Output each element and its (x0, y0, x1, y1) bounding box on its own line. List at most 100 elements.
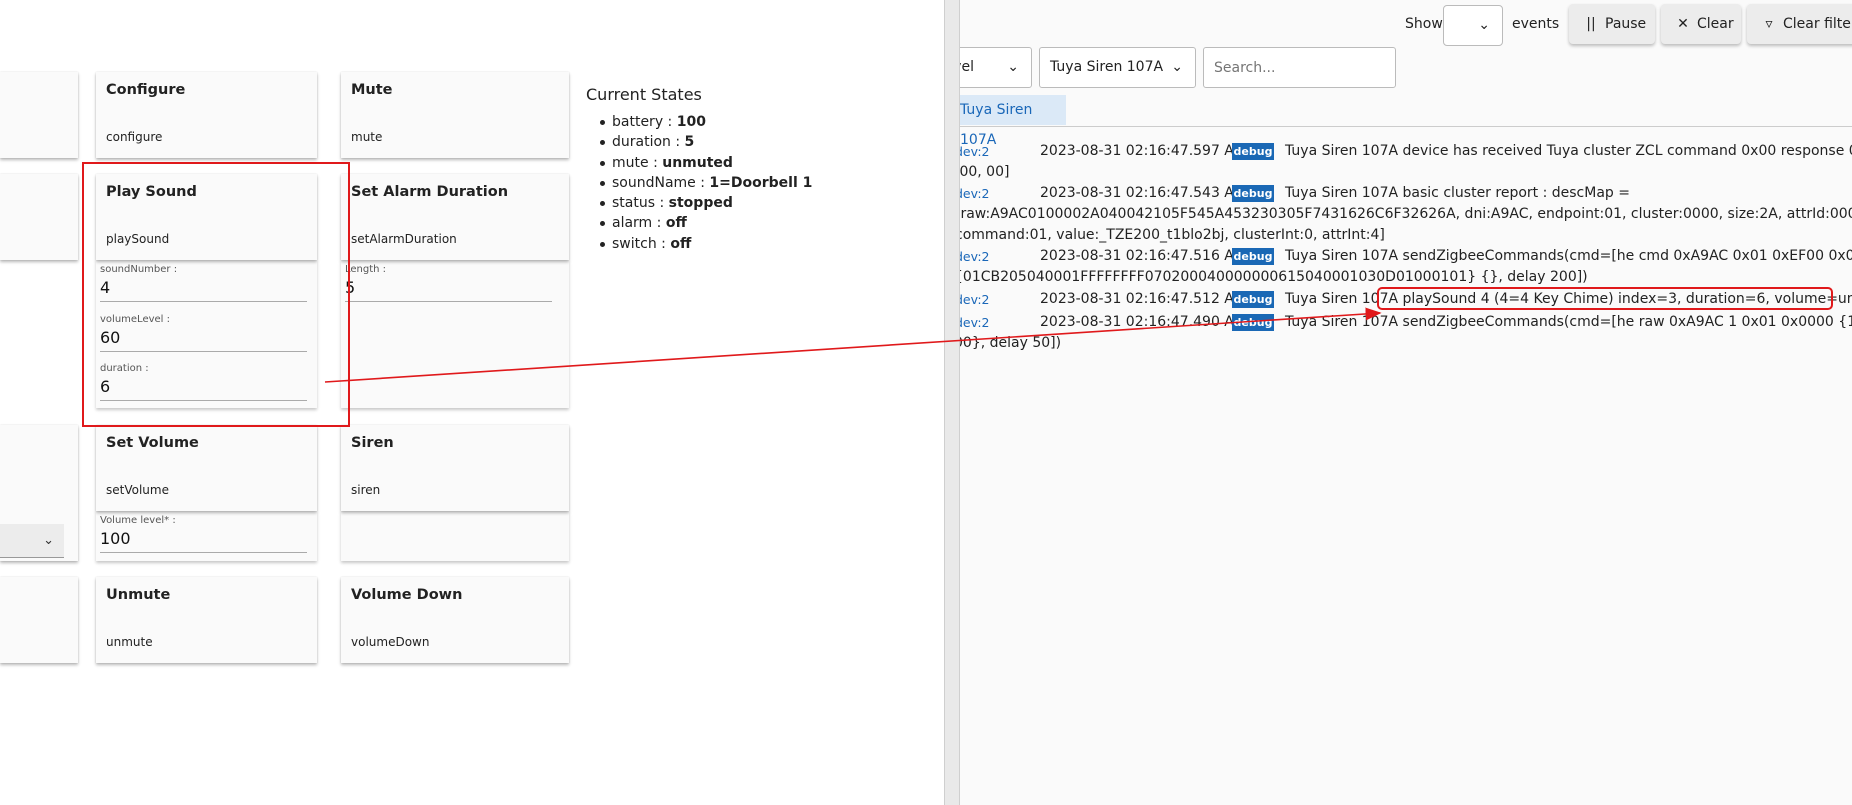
length-input[interactable]: 5 (345, 276, 552, 302)
state-item: soundName : 1=Doorbell 1 (599, 173, 813, 193)
log-level-badge: debug (1232, 185, 1274, 202)
divider-line (960, 126, 1852, 127)
level-filter-value: Level (960, 59, 974, 75)
card-title: Configure (106, 82, 186, 98)
command-card-set-alarm-duration[interactable]: Set Alarm Duration setAlarmDuration (341, 174, 569, 260)
log-message-cont: command:01, value:_TZE200_t1blo2bj, clus… (960, 227, 1385, 243)
partial-select[interactable]: ⌄ (0, 524, 64, 558)
state-item: status : stopped (599, 193, 812, 213)
log-level-badge: debug (1232, 291, 1274, 308)
pause-button[interactable]: || Pause (1569, 4, 1655, 44)
log-message: Tuya Siren 107A sendZigbeeCommands(cmd=[… (1285, 248, 1852, 264)
siren-params (341, 511, 569, 561)
state-name: duration (612, 134, 671, 151)
chevron-down-icon: ⌄ (43, 533, 54, 548)
alarm-duration-params: Length : 5 (341, 260, 569, 408)
volume-level-input[interactable]: 100 (100, 527, 307, 553)
log-timestamp: 2023-08-31 02:16:47.490 AM (1040, 314, 1246, 330)
active-device-chip[interactable]: Tuya Siren 107A (960, 95, 1066, 148)
pane-divider[interactable] (944, 0, 960, 805)
current-states-panel: Current States battery : 100 duration : … (586, 85, 812, 254)
log-level-badge: debug (1232, 143, 1274, 160)
card-title: Set Alarm Duration (351, 184, 509, 200)
log-timestamp: 2023-08-31 02:16:47.516 AM (1040, 248, 1246, 264)
filter-off-icon: ▿ (1765, 16, 1773, 32)
clear-filters-button[interactable]: ▿ Clear filters (1747, 4, 1852, 44)
chevron-down-icon: ⌄ (1007, 59, 1019, 75)
command-card-partial[interactable] (0, 577, 78, 663)
state-item: battery : 100 (599, 112, 812, 132)
state-value: off (670, 235, 692, 252)
log-device-link[interactable]: dev:2 (960, 144, 990, 159)
command-card-volume-down[interactable]: Volume Down volumeDown (341, 577, 569, 663)
pause-icon: || (1586, 16, 1596, 32)
log-message: Tuya Siren 107A basic cluster report : d… (1285, 185, 1630, 201)
log-timestamp: 2023-08-31 02:16:47.512 AM (1040, 291, 1246, 307)
card-title: Siren (351, 435, 394, 451)
state-value: 100 (676, 114, 706, 130)
logs-pane: Show ⌄ events || Pause ✕ Clear ▿ Clear filt… (960, 0, 1852, 805)
log-message-cont: [00, 00] (960, 164, 1010, 180)
card-command: configure (106, 130, 163, 144)
command-card-partial[interactable] (0, 72, 78, 158)
log-device-link[interactable]: dev:2 (960, 315, 990, 330)
show-label: Show (1405, 16, 1443, 32)
card-command: unmute (106, 635, 153, 649)
field-label: Length : (345, 264, 387, 275)
set-volume-params: Volume level* : 100 (96, 511, 317, 561)
state-name: switch (612, 235, 657, 252)
state-name: mute (612, 154, 649, 171)
log-message-cont: {01CB205040001FFFFFFFF070200040000000615… (960, 269, 1588, 285)
card-command: volumeDown (351, 635, 430, 649)
chevron-down-icon: ⌄ (1478, 17, 1490, 33)
command-card-mute[interactable]: Mute mute (341, 72, 569, 158)
state-value: 5 (684, 134, 695, 151)
card-title: Volume Down (351, 587, 463, 603)
level-filter-select[interactable]: Level ⌄ (960, 47, 1032, 88)
card-command: setAlarmDuration (351, 232, 457, 246)
state-value: stopped (668, 195, 733, 212)
events-label: events (1512, 16, 1560, 32)
state-name: soundName (612, 174, 696, 191)
device-filter-select[interactable]: Tuya Siren 107A ⌄ (1039, 47, 1196, 88)
log-message-cont: 00}, delay 50]) (960, 335, 1062, 351)
state-item: switch : off (599, 234, 812, 254)
length-field[interactable]: Length : 5 (345, 264, 552, 302)
command-card-siren[interactable]: Siren siren (341, 425, 569, 511)
log-search-input[interactable] (1203, 47, 1396, 88)
state-name: battery (612, 114, 664, 130)
device-commands-pane: Configure configure Mute mute soundNumbe… (0, 0, 944, 805)
state-item: mute : unmuted (599, 153, 812, 173)
pause-label: Pause (1605, 16, 1647, 32)
log-timestamp: 2023-08-31 02:16:47.597 AM (1040, 143, 1246, 159)
log-device-link[interactable]: dev:2 (960, 186, 990, 201)
event-count-select[interactable]: ⌄ (1443, 5, 1503, 46)
chevron-down-icon: ⌄ (1171, 59, 1183, 75)
state-item: duration : 5 (599, 132, 812, 152)
state-name: alarm (612, 215, 653, 232)
state-name: status (612, 195, 656, 212)
state-value: 1=Doorbell 1 (709, 174, 813, 191)
command-card-set-volume[interactable]: Set Volume setVolume (96, 425, 317, 511)
card-title: Unmute (106, 587, 171, 603)
card-title: Mute (351, 82, 393, 98)
log-message-cont: [raw:A9AC0100002A040042105F545A453230305… (960, 206, 1852, 222)
close-icon: ✕ (1677, 16, 1689, 32)
annotation-highlight-box (82, 162, 350, 427)
command-card-unmute[interactable]: Unmute unmute (96, 577, 317, 663)
log-message: Tuya Siren 107A device has received Tuya… (1285, 143, 1852, 159)
field-label: Volume level* : (100, 515, 176, 526)
log-device-link[interactable]: dev:2 (960, 292, 990, 307)
log-level-badge: debug (1232, 314, 1274, 331)
log-timestamp: 2023-08-31 02:16:47.543 AM (1040, 185, 1246, 201)
command-card-configure[interactable]: Configure configure (96, 72, 317, 158)
clear-button[interactable]: ✕ Clear (1661, 4, 1741, 44)
command-card-partial[interactable] (0, 174, 78, 260)
card-command: setVolume (106, 483, 169, 497)
state-item: alarm : off (599, 213, 812, 233)
log-device-link[interactable]: dev:2 (960, 249, 990, 264)
volume-level-field[interactable]: Volume level* : 100 (100, 515, 307, 553)
card-title: Set Volume (106, 435, 199, 451)
log-level-badge: debug (1232, 248, 1274, 265)
log-message: Tuya Siren 107A playSound 4 (4=4 Key Chi… (1285, 291, 1852, 307)
